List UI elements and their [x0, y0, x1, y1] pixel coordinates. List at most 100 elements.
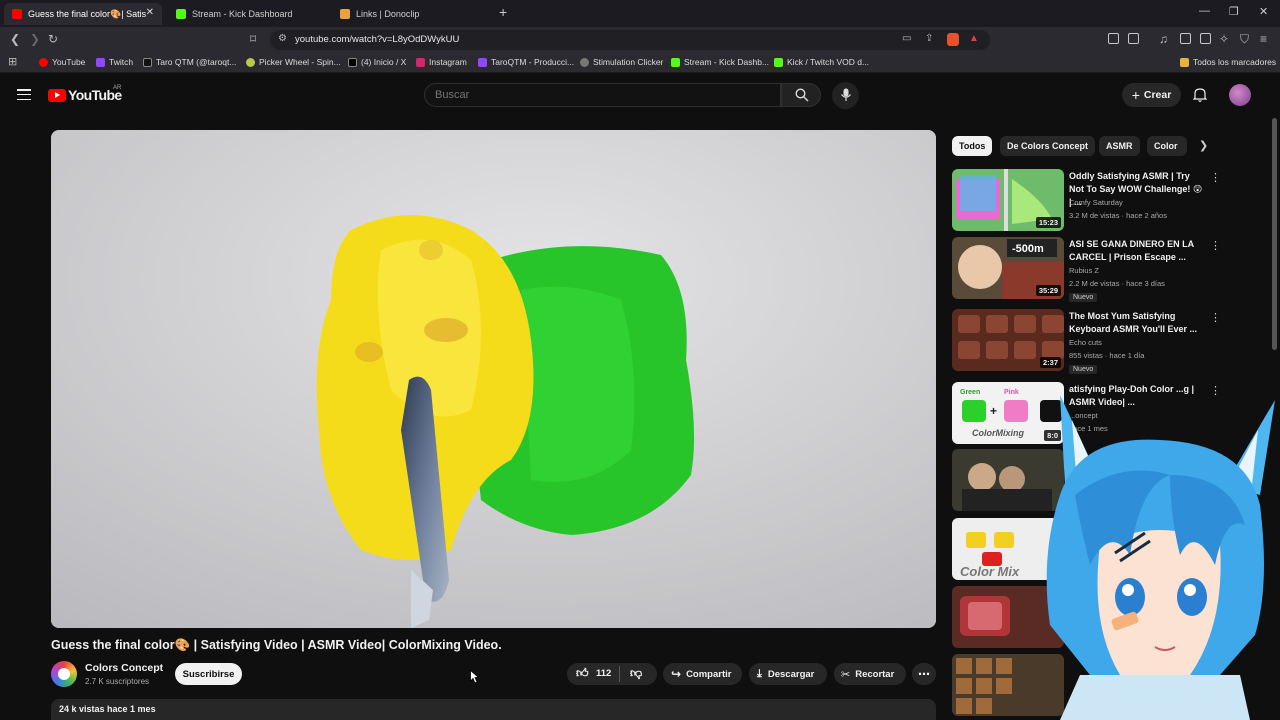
like-count[interactable]: 112: [596, 668, 611, 679]
music-icon[interactable]: ♫: [1159, 32, 1168, 46]
divider: [619, 666, 620, 682]
subscriber-count: 2.7 K suscriptores: [85, 677, 150, 686]
extension-icon[interactable]: [1108, 33, 1119, 44]
region-code: AR: [113, 85, 122, 91]
video-player[interactable]: [51, 130, 936, 628]
voice-search-button[interactable]: [832, 82, 859, 109]
site-info-icon[interactable]: ⚙: [278, 33, 287, 44]
clip-button[interactable]: ✂ Recortar: [834, 663, 906, 685]
bookmark-picker-wheel[interactable]: Picker Wheel - Spin...: [246, 57, 341, 67]
user-avatar[interactable]: [1229, 84, 1251, 106]
bookmark-stimulation-clicker[interactable]: Stimulation Clicker: [580, 57, 663, 67]
recommendation-title[interactable]: ASI SE GANA DINERO EN LA CARCEL | Prison…: [1069, 238, 1207, 264]
dislike-icon[interactable]: 👎︎: [630, 666, 642, 681]
tab-youtube[interactable]: Guess the final color🎨| Satis ✕: [4, 3, 162, 25]
channel-name[interactable]: Colors Concept: [85, 662, 163, 674]
recommendation-title[interactable]: The Most Yum Satisfying Keyboard ASMR Yo…: [1069, 310, 1207, 336]
share-button[interactable]: ↪ Compartir: [663, 663, 742, 685]
menu-hamburger-icon[interactable]: [17, 89, 31, 101]
plus-icon: +: [1131, 87, 1140, 103]
more-horizontal-icon: ⋯: [918, 667, 930, 681]
chip-asmr[interactable]: ASMR: [1099, 136, 1140, 156]
recommendation-item[interactable]: 2:37 The Most Yum Satisfying Keyboard AS…: [952, 309, 1272, 374]
notifications-bell-icon[interactable]: [1193, 87, 1207, 102]
new-badge: Nuevo: [1069, 365, 1098, 374]
brave-shields-icon[interactable]: [947, 33, 959, 46]
more-actions-button[interactable]: ⋯: [912, 663, 936, 685]
recommendation-channel[interactable]: Comfy Saturday: [1069, 198, 1123, 207]
youtube-play-icon: [48, 88, 66, 102]
close-window-icon[interactable]: ✕: [1259, 5, 1268, 18]
sidebar-toggle-icon[interactable]: [1180, 33, 1191, 44]
share-page-icon[interactable]: ⇪: [925, 33, 933, 44]
new-tab-icon[interactable]: +: [499, 4, 507, 20]
video-title: Guess the final color🎨 | Satisfying Vide…: [51, 638, 502, 652]
tab-donoclip[interactable]: Links | Donoclip: [332, 3, 492, 25]
extension-icon[interactable]: [1128, 33, 1139, 44]
bookmark-youtube[interactable]: YouTube: [39, 57, 85, 67]
bookmark-vod[interactable]: Kick / Twitch VOD d...: [774, 57, 869, 67]
chip-all[interactable]: Todos: [952, 136, 993, 156]
minimize-icon[interactable]: —: [1199, 5, 1210, 17]
new-badge: Nuevo: [1069, 293, 1098, 302]
search-button[interactable]: [781, 83, 821, 107]
reload-icon[interactable]: ↻: [48, 32, 58, 46]
pip-icon[interactable]: ▭: [902, 33, 911, 44]
search-box: [424, 83, 781, 107]
bookmark-twitch[interactable]: Twitch: [96, 57, 133, 67]
recommendation-channel[interactable]: Echo cuts: [1069, 338, 1102, 347]
close-tab-icon[interactable]: ✕: [146, 7, 154, 18]
url-text: youtube.com/watch?v=L8yOdDWykUU: [295, 34, 460, 45]
video-duration: 2:37: [1039, 357, 1061, 368]
recommendation-channel[interactable]: Rubius Z: [1069, 266, 1099, 275]
tab-label: Guess the final color🎨| Satis: [28, 8, 147, 19]
chip-color[interactable]: Color: [1147, 136, 1187, 156]
more-vertical-icon[interactable]: ⋮: [1210, 171, 1221, 184]
tab-kick[interactable]: Stream - Kick Dashboard: [168, 3, 328, 25]
more-vertical-icon[interactable]: ⋮: [1210, 239, 1221, 252]
bookmarks-folder[interactable]: Todos los marcadores: [1180, 57, 1276, 67]
url-field[interactable]: ⚙ youtube.com/watch?v=L8yOdDWykUU ▭ ⇪ ▲: [270, 30, 990, 50]
download-button[interactable]: ⤓ Descargar: [749, 663, 827, 685]
youtube-logo[interactable]: YouTube: [48, 87, 122, 103]
recommendation-thumbnail[interactable]: 15:23: [952, 169, 1064, 231]
youtube-favicon-icon: [12, 9, 22, 19]
donoclip-favicon-icon: [340, 9, 350, 19]
description-box[interactable]: 24 k vistas hace 1 mes: [51, 699, 936, 720]
like-icon[interactable]: 👍︎: [576, 666, 589, 681]
bookmark-tiktok[interactable]: Taro QTM (@taroqt...: [143, 57, 236, 67]
search-input[interactable]: [435, 89, 765, 101]
bookmark-kick[interactable]: Stream - Kick Dashb...: [671, 57, 769, 67]
menu-icon[interactable]: ≡: [1260, 32, 1267, 46]
video-duration: 35:29: [1035, 285, 1061, 296]
chip-channel[interactable]: De Colors Concept: [1000, 136, 1096, 156]
vpn-icon[interactable]: ⛉: [1240, 32, 1249, 47]
brave-rewards-icon[interactable]: ▲: [969, 33, 979, 44]
svg-text:Pink: Pink: [1004, 389, 1019, 396]
leo-ai-icon[interactable]: ✧: [1219, 32, 1229, 46]
chevron-right-icon[interactable]: ❯: [1199, 139, 1208, 152]
more-vertical-icon[interactable]: ⋮: [1210, 311, 1221, 324]
create-button[interactable]: + Crear: [1122, 83, 1181, 107]
recommendation-item[interactable]: 15:23 Oddly Satisfying ASMR | Try Not To…: [952, 169, 1272, 231]
recommendation-thumbnail[interactable]: 2:37: [952, 309, 1064, 371]
svg-text:Color Mix: Color Mix: [960, 564, 1020, 579]
bookmark-instagram[interactable]: Instagram: [416, 57, 467, 67]
svg-text:ColorMixing: ColorMixing: [972, 428, 1024, 438]
wallet-icon[interactable]: [1200, 33, 1211, 44]
forward-icon[interactable]: ❯: [30, 32, 40, 46]
bookmark-page-icon[interactable]: ⌑: [250, 32, 256, 46]
recommendation-meta: 855 vistas · hace 1 día: [1069, 351, 1145, 360]
scrollbar-thumb[interactable]: [1272, 118, 1277, 350]
subscribe-button[interactable]: Suscribirse: [175, 663, 242, 685]
bookmark-taroqtm[interactable]: TaroQTM - Producci...: [478, 57, 574, 67]
back-icon[interactable]: ❮: [10, 32, 20, 46]
channel-avatar[interactable]: [51, 661, 77, 687]
recommendation-item[interactable]: -500m 35:29 ASI SE GANA DINERO EN LA CAR…: [952, 237, 1272, 302]
maximize-icon[interactable]: ❐: [1229, 5, 1239, 18]
apps-grid-icon[interactable]: ⊞: [8, 55, 17, 68]
search-icon: [795, 88, 809, 102]
tab-label: Links | Donoclip: [356, 9, 420, 19]
recommendation-thumbnail[interactable]: -500m 35:29: [952, 237, 1064, 299]
bookmark-x[interactable]: (4) Inicio / X: [348, 57, 406, 67]
